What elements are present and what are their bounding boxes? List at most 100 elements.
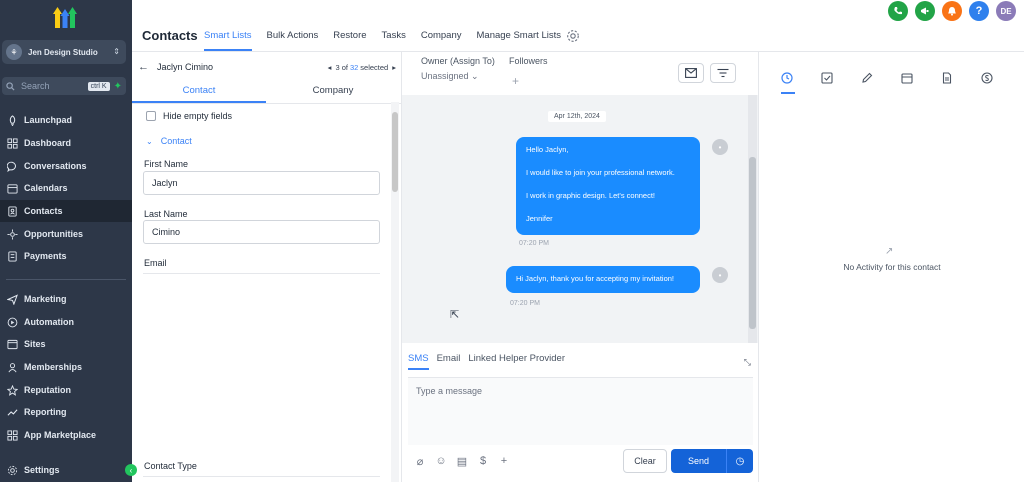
tab-contact[interactable]: Contact	[132, 82, 266, 103]
tab-restore[interactable]: Restore	[333, 30, 366, 51]
emoji-icon[interactable]: ☺	[435, 455, 447, 468]
tab-tasks[interactable]: Tasks	[382, 30, 406, 51]
sidebar-item-reputation[interactable]: Reputation	[0, 379, 132, 401]
sidebar-item-calendars[interactable]: Calendars	[0, 177, 132, 199]
sidebar-item-app-marketplace[interactable]: App Marketplace	[0, 424, 132, 446]
sender-avatar: •	[712, 267, 728, 283]
sidebar-item-label: Reputation	[24, 385, 71, 395]
template-icon[interactable]: ▤	[456, 455, 468, 468]
hide-empty-toggle[interactable]: Hide empty fields	[146, 111, 232, 121]
tab-bulk-actions[interactable]: Bulk Actions	[267, 30, 319, 51]
sidebar-item-reporting[interactable]: Reporting	[0, 401, 132, 423]
scrollbar-thumb[interactable]	[749, 157, 756, 329]
message-bubble: Hello Jaclyn, I would like to join your …	[516, 137, 700, 235]
attachment-icon[interactable]: ⌀	[414, 455, 426, 468]
clock-icon[interactable]	[781, 72, 793, 84]
sidebar-item-opportunities[interactable]: Opportunities	[0, 223, 132, 245]
gear-icon	[7, 465, 18, 475]
last-name-field[interactable]: Cimino	[143, 220, 380, 244]
sidebar-item-sites[interactable]: Sites	[0, 333, 132, 355]
megaphone-icon[interactable]	[915, 1, 935, 21]
pencil-icon[interactable]	[861, 72, 873, 84]
clear-button[interactable]: Clear	[623, 449, 667, 473]
sidebar-item-label: Dashboard	[24, 138, 72, 148]
tab-email[interactable]: Email	[437, 353, 461, 370]
owner-select[interactable]: Unassigned ⌄	[421, 71, 479, 82]
expand-icon[interactable]: ⤡	[744, 357, 751, 368]
sidebar-item-launchpad[interactable]: Launchpad	[0, 109, 132, 131]
message-input[interactable]: Type a message	[408, 377, 753, 445]
back-arrow-icon[interactable]: ←	[138, 61, 149, 73]
sidebar-item-marketing[interactable]: Marketing	[0, 288, 132, 310]
chevron-updown-icon: ⇕	[113, 47, 120, 56]
plus-icon[interactable]: +	[498, 455, 510, 468]
sidebar-item-settings[interactable]: Settings	[0, 459, 132, 481]
contact-tabs: Contact Company	[132, 82, 401, 104]
sidebar-item-memberships[interactable]: Memberships	[0, 356, 132, 378]
email-button[interactable]	[678, 63, 704, 83]
sidebar-search[interactable]: Search ctrl K ✦	[2, 77, 126, 95]
app-logo[interactable]	[52, 4, 78, 30]
hide-empty-label: Hide empty fields	[163, 111, 233, 121]
tab-sms[interactable]: SMS	[408, 353, 429, 370]
tab-manage-smart-lists[interactable]: Manage Smart Lists	[477, 30, 561, 51]
sidebar-item-automation[interactable]: Automation	[0, 311, 132, 333]
send-icon	[7, 293, 18, 305]
first-name-field[interactable]: Jaclyn	[143, 171, 380, 195]
bell-icon[interactable]	[942, 1, 962, 21]
phone-icon[interactable]	[888, 1, 908, 21]
pager-next-icon[interactable]: ▸	[392, 63, 396, 72]
sidebar-item-dashboard[interactable]: Dashboard	[0, 132, 132, 154]
tab-linked-helper[interactable]: Linked Helper Provider	[468, 353, 565, 370]
calendar-icon[interactable]	[901, 72, 913, 84]
collapse-sidebar-button[interactable]: ‹	[125, 464, 137, 476]
contact-scrollbar[interactable]	[391, 102, 399, 482]
dollar-icon[interactable]: $	[477, 455, 489, 468]
owner-value: Unassigned	[421, 71, 469, 81]
hide-empty-checkbox[interactable]	[146, 111, 156, 121]
scrollbar-thumb[interactable]	[392, 112, 398, 192]
contact-type-field[interactable]	[143, 476, 380, 477]
page-title: Contacts	[142, 28, 198, 43]
composer-tools: ⌀ ☺ ▤ $ +	[414, 455, 519, 468]
sidebar-item-payments[interactable]: Payments	[0, 245, 132, 267]
user-avatar[interactable]: DE	[996, 1, 1016, 21]
calendar-icon	[7, 183, 18, 194]
email-field[interactable]	[143, 273, 380, 274]
message-time: 07:20 PM	[510, 300, 540, 307]
top-right-actions: ? DE	[881, 1, 1016, 21]
pager-suffix: selected	[360, 62, 389, 72]
help-icon[interactable]: ?	[969, 1, 989, 21]
dollar-circle-icon[interactable]	[981, 72, 993, 84]
schedule-icon[interactable]: ◷	[727, 449, 753, 473]
settings-gear-icon[interactable]	[566, 29, 580, 43]
message-placeholder: Type a message	[416, 386, 483, 396]
opportunities-icon	[7, 228, 18, 240]
owner-label: Owner (Assign To)	[421, 56, 495, 66]
sidebar-item-contacts[interactable]: Contacts	[0, 200, 132, 222]
add-follower-icon[interactable]: +	[512, 74, 519, 88]
thread-scrollbar[interactable]	[748, 95, 757, 343]
sidebar-item-label: Launchpad	[24, 115, 73, 125]
task-check-icon[interactable]	[821, 72, 833, 84]
message-line: I work in graphic design. Let's connect!	[526, 191, 656, 200]
dashboard-icon	[7, 137, 18, 149]
send-button[interactable]: Send	[671, 449, 727, 473]
tab-company[interactable]: Company	[421, 30, 462, 51]
contact-nav-row: ← Jaclyn Cimino ◂ 3 of 32 selected ▸	[138, 60, 396, 74]
tab-smart-lists[interactable]: Smart Lists	[204, 30, 252, 51]
mail-icon	[685, 68, 697, 78]
sparkle-icon[interactable]: ✦	[114, 81, 122, 92]
marketplace-icon	[7, 429, 18, 441]
sidebar-item-conversations[interactable]: Conversations	[0, 155, 132, 177]
document-icon[interactable]	[941, 72, 953, 84]
tab-company-details[interactable]: Company	[266, 82, 400, 103]
filter-button[interactable]	[710, 63, 736, 83]
sidebar-item-label: Contacts	[24, 206, 63, 216]
activity-panel: ↗ No Activity for this contact	[758, 52, 1024, 482]
contact-section-header[interactable]: ⌄ Contact	[146, 136, 192, 146]
account-switcher[interactable]: ⚘ Jen Design Studio ⇕	[2, 40, 126, 64]
pager-prev-icon[interactable]: ◂	[328, 63, 332, 72]
active-tab-indicator	[781, 92, 795, 94]
section-label: Contact	[160, 136, 192, 146]
